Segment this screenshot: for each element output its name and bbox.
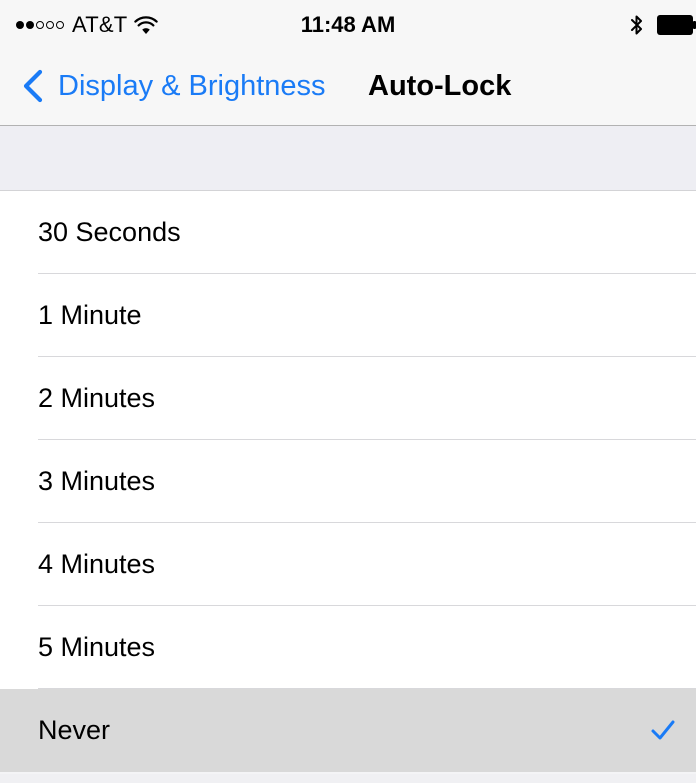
option-label: 5 Minutes <box>38 632 156 662</box>
back-button[interactable]: Display & Brightness <box>22 66 326 106</box>
back-button-label: Display & Brightness <box>58 70 326 102</box>
option-label: 3 Minutes <box>38 466 156 496</box>
status-right <box>630 13 696 37</box>
auto-lock-options-list: 30 Seconds 1 Minute 2 Minutes 3 Minutes … <box>0 191 696 772</box>
navigation-bar: Display & Brightness Auto-Lock <box>0 50 696 126</box>
option-never[interactable]: Never <box>0 689 696 772</box>
checkmark-icon <box>651 720 675 740</box>
option-30-seconds[interactable]: 30 Seconds <box>0 191 696 274</box>
option-5-minutes[interactable]: 5 Minutes <box>0 606 696 689</box>
option-label: 30 Seconds <box>38 217 181 247</box>
option-label: 2 Minutes <box>38 383 156 413</box>
option-1-minute[interactable]: 1 Minute <box>0 274 696 357</box>
bluetooth-icon <box>631 15 642 35</box>
status-bar: AT&T 11:48 AM <box>0 0 696 50</box>
page-title: Auto-Lock <box>368 70 512 102</box>
option-label: 1 Minute <box>38 300 142 330</box>
status-time: 11:48 AM <box>300 12 396 37</box>
list-footer <box>0 774 696 783</box>
option-2-minutes[interactable]: 2 Minutes <box>0 357 696 440</box>
option-label: Never <box>38 715 111 745</box>
section-header <box>0 126 696 191</box>
chevron-left-icon <box>23 69 43 103</box>
option-label: 4 Minutes <box>38 549 156 579</box>
option-3-minutes[interactable]: 3 Minutes <box>0 440 696 523</box>
option-4-minutes[interactable]: 4 Minutes <box>0 523 696 606</box>
battery-icon <box>657 15 696 35</box>
auto-lock-screen: AT&T 11:48 AM Display & Brightness Auto-… <box>0 0 696 783</box>
